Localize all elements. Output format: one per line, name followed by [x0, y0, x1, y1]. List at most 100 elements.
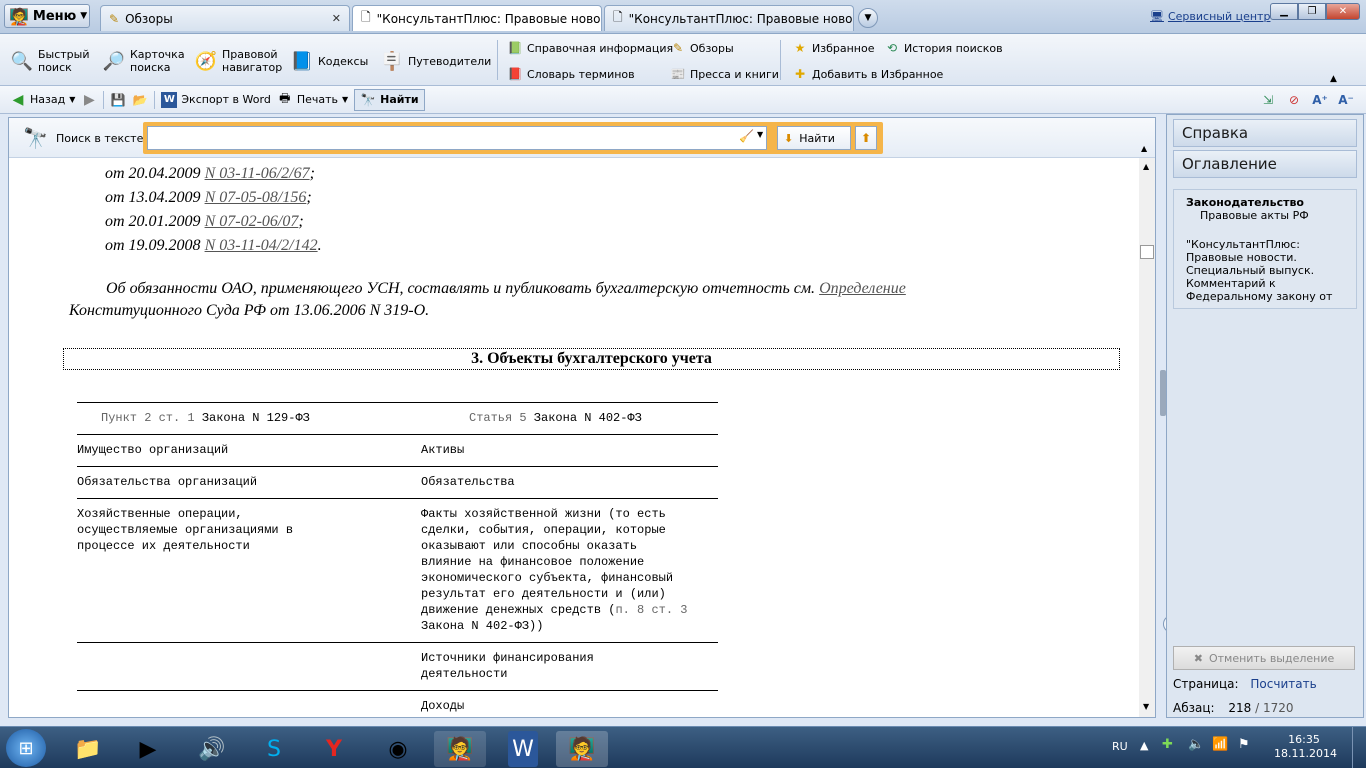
media-player-icon[interactable]: ▶ [122, 731, 174, 767]
print-button[interactable]: 🖶 Печать ▼ [277, 91, 348, 109]
clock-date: 18.11.2014 [1274, 747, 1337, 760]
volume-app-icon[interactable]: 🔊 [186, 731, 238, 767]
tray-plus-icon[interactable]: ✚ [1162, 737, 1173, 752]
close-icon: ✖ [1193, 651, 1203, 665]
minimize-button[interactable]: ▁ [1270, 3, 1298, 20]
find-previous-button[interactable]: ⬆ [855, 126, 877, 150]
export-word-button[interactable]: W Экспорт в Word [161, 91, 271, 109]
monitor-icon: 🖥 [1150, 10, 1164, 23]
font-increase-icon[interactable]: A⁺ [1312, 92, 1328, 108]
skype-icon[interactable]: S [248, 731, 300, 767]
reference-line: от 19.09.2008 N 03-11-04/2/142. [105, 237, 322, 254]
maximize-button[interactable]: ❐ [1298, 3, 1326, 20]
binoculars-icon: 🔭 [23, 126, 48, 150]
show-desktop-button[interactable] [1352, 727, 1366, 768]
back-button[interactable]: ◀ Назад ▼ [10, 91, 76, 109]
vertical-scrollbar[interactable]: ▲ ▼ [1139, 158, 1155, 717]
document-link[interactable]: Определение [819, 280, 906, 297]
reviews-button[interactable]: ✎ Обзоры [670, 39, 779, 57]
document-text: от 20.04.2009 N 03-11-06/2/67; от 13.04.… [9, 158, 1139, 717]
collapse-toolbar-icon[interactable]: ▲ [1330, 74, 1337, 84]
folder-icon: 📂 [132, 92, 148, 107]
consultant-plus-icon[interactable]: 🧑‍🏫 [434, 731, 486, 767]
document-link[interactable]: N 07-05-08/156 [205, 189, 307, 206]
menu-button[interactable]: 🧑‍🏫 Меню ▼ [4, 4, 90, 28]
document-link[interactable]: N 03-11-04/2/142 [205, 237, 318, 254]
quick-search-button[interactable]: 🔍 Быстрый поиск [10, 42, 90, 80]
close-window-button[interactable]: ✕ [1326, 3, 1360, 20]
document-panel: 🔭 Поиск в тексте 🧹 ▼ ⬇ Найти ⬆ ▲ от 20.0… [8, 117, 1156, 718]
scroll-up-icon[interactable]: ▲ [1143, 162, 1149, 171]
document-link[interactable]: N 07-02-06/07 [205, 213, 299, 230]
search-label: Поиск в тексте [56, 132, 144, 145]
table-cell: Обязательства [421, 475, 515, 489]
divider [103, 90, 105, 109]
chevron-down-icon[interactable]: ▼ [757, 130, 763, 139]
count-pages-link[interactable]: Посчитать [1250, 677, 1316, 691]
floppy-icon: 💾 [110, 92, 126, 107]
pen-icon: ✎ [109, 11, 120, 26]
search-card-label: Карточка поиска [130, 48, 185, 74]
chrome-icon[interactable]: ◉ [372, 731, 424, 767]
close-icon[interactable]: ✕ [332, 12, 341, 25]
info-book-icon: 📗 [507, 41, 523, 55]
find-toggle-button[interactable]: 🔭 Найти [354, 88, 425, 111]
eraser-icon[interactable]: 🧹 [739, 129, 754, 143]
search-card-button[interactable]: 🔎 Карточка поиска [102, 42, 188, 80]
save-button[interactable]: 💾 [110, 91, 126, 109]
glossary-label: Словарь терминов [527, 67, 635, 81]
export-icon[interactable]: ⇲ [1260, 92, 1276, 108]
info-title: Законодательство [1186, 196, 1304, 209]
collapse-icon[interactable]: ▲ [1141, 144, 1147, 153]
cancel-selection-button[interactable]: ✖ Отменить выделение [1173, 646, 1355, 670]
tab-news-1[interactable]: 🗋 "КонсультантПлюс: Правовые новост... ✕ [352, 5, 602, 31]
word-icon[interactable]: W [508, 731, 538, 767]
tab-list-button[interactable]: ▼ [858, 8, 878, 28]
speaker-icon[interactable]: 🔈 [1188, 737, 1204, 752]
help-section[interactable]: Справка [1173, 119, 1357, 147]
tab-label: "КонсультантПлюс: Правовые новост... [376, 11, 602, 26]
flag-icon[interactable]: ⚑ [1238, 737, 1250, 752]
font-decrease-icon[interactable]: A⁻ [1338, 92, 1354, 108]
save-folder-button[interactable]: 📂 [132, 91, 148, 109]
table-rule [77, 466, 718, 467]
scroll-down-icon[interactable]: ▼ [1143, 702, 1149, 711]
close-icon: ✕ [1338, 6, 1348, 17]
chevron-down-icon: ▼ [341, 95, 349, 104]
toc-section[interactable]: Оглавление [1173, 150, 1357, 178]
tab-news-2[interactable]: 🗋 "КонсультантПлюс: Правовые новост... ✕ [604, 5, 854, 31]
search-history-button[interactable]: ⟲ История поисков [884, 39, 1003, 57]
start-button[interactable]: ⊞ [6, 729, 46, 767]
back-label: Назад [30, 93, 66, 106]
document-link[interactable]: п. 8 ст. 3 [615, 603, 687, 617]
search-card-icon: 🔎 [102, 50, 126, 72]
press-books-button[interactable]: 📰 Пресса и книги [670, 65, 779, 83]
search-input[interactable] [147, 126, 767, 150]
no-icon[interactable]: ⊘ [1286, 92, 1302, 108]
reference-info-button[interactable]: 📗 Справочная информация [507, 39, 674, 57]
forward-button[interactable]: ▶ [81, 91, 97, 109]
glossary-button[interactable]: 📕 Словарь терминов [507, 65, 673, 83]
tray-expand-icon[interactable]: ▲ [1140, 739, 1148, 752]
find-next-button[interactable]: ⬇ Найти [777, 126, 851, 150]
language-indicator[interactable]: RU [1112, 740, 1128, 753]
legal-navigator-button[interactable]: 🧭 Правовой навигатор [194, 42, 284, 80]
yandex-browser-icon[interactable]: Y [308, 731, 360, 767]
clock[interactable]: 16:35 18.11.2014 [1274, 733, 1337, 761]
service-center-link[interactable]: 🖥 Сервисный центр [1150, 10, 1270, 23]
explorer-icon[interactable]: 📁 [62, 731, 114, 767]
compass-icon: 🧭 [194, 50, 218, 72]
add-favorites-button[interactable]: ✚ Добавить в Избранное [792, 65, 943, 83]
guides-label: Путеводители [408, 54, 492, 68]
right-panel: Справка Оглавление Законодательство Прав… [1166, 114, 1364, 718]
scroll-thumb[interactable] [1140, 245, 1154, 259]
document-link[interactable]: N 03-11-06/2/67 [205, 165, 310, 182]
table-cell: Активы [421, 443, 465, 457]
guides-button[interactable]: 🪧 Путеводители [380, 42, 492, 80]
consultant-plus-active-icon[interactable]: 🧑‍🏫 [556, 731, 608, 767]
arrow-down-icon: ⬇ [784, 131, 794, 145]
tab-reviews[interactable]: ✎ Обзоры ✕ [100, 5, 350, 31]
codes-button[interactable]: 📘 Кодексы [290, 42, 370, 80]
network-icon[interactable]: 📶 [1212, 737, 1228, 752]
chevron-down-icon: ▼ [69, 95, 76, 104]
